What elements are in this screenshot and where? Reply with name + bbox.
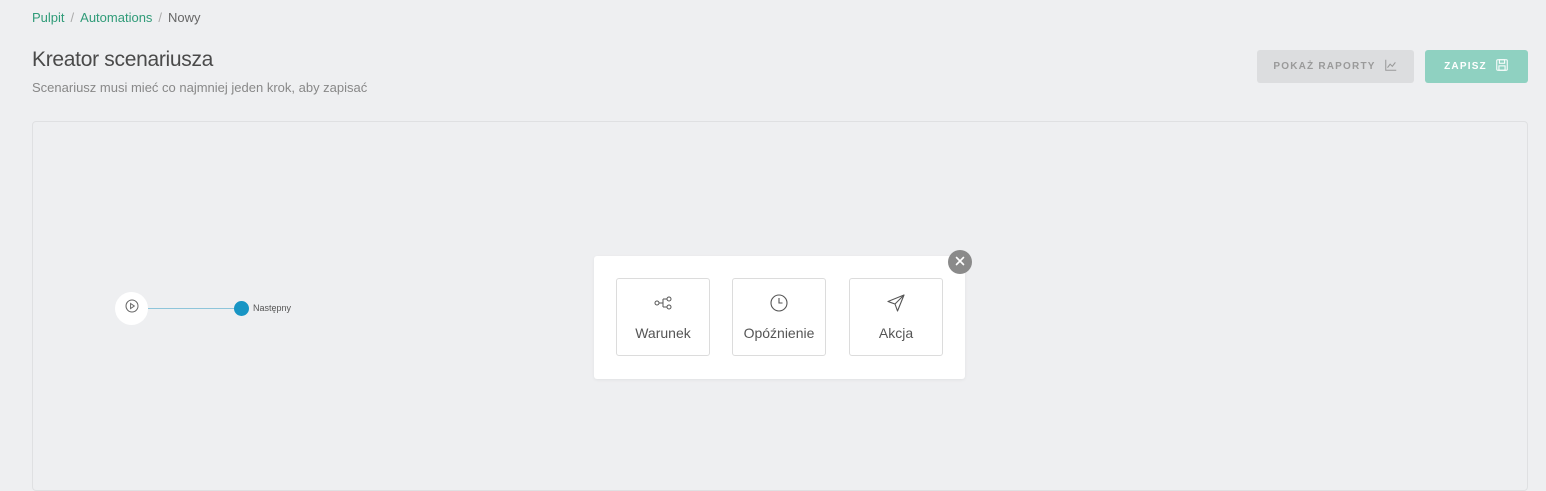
option-action-button[interactable]: Akcja — [849, 278, 943, 356]
page-subtitle: Scenariusz musi mieć co najmniej jeden k… — [32, 80, 368, 95]
breadcrumb-separator: / — [70, 10, 75, 25]
chart-line-icon — [1384, 58, 1398, 75]
branch-icon — [653, 293, 673, 313]
breadcrumb-item-pulpit[interactable]: Pulpit — [32, 10, 65, 26]
option-condition-label: Warunek — [635, 325, 691, 341]
start-node[interactable] — [115, 292, 148, 325]
breadcrumb-item-current: Nowy — [168, 10, 201, 25]
play-circle-icon — [125, 299, 139, 318]
flow-connector — [148, 308, 236, 309]
close-icon — [955, 253, 965, 271]
clock-icon — [769, 293, 789, 313]
option-delay-label: Opóźnienie — [743, 325, 815, 341]
floppy-disk-icon — [1495, 58, 1509, 75]
breadcrumb-separator: / — [158, 10, 163, 25]
send-icon — [886, 293, 906, 313]
page-title: Kreator scenariusza — [32, 48, 214, 71]
option-action-label: Akcja — [878, 325, 914, 341]
save-label: ZAPISZ — [1444, 61, 1487, 72]
show-reports-button[interactable]: POKAŻ RAPORTY — [1257, 50, 1414, 83]
show-reports-label: POKAŻ RAPORTY — [1273, 61, 1376, 72]
breadcrumb-item-automations[interactable]: Automations — [80, 10, 152, 26]
next-step-handle[interactable] — [234, 301, 249, 316]
breadcrumb: Pulpit / Automations / Nowy — [32, 10, 201, 26]
option-condition-button[interactable]: Warunek — [616, 278, 710, 356]
next-step-label: Następny — [253, 303, 292, 313]
close-button[interactable] — [948, 250, 972, 274]
option-delay-button[interactable]: Opóźnienie — [732, 278, 826, 356]
save-button[interactable]: ZAPISZ — [1425, 50, 1528, 83]
